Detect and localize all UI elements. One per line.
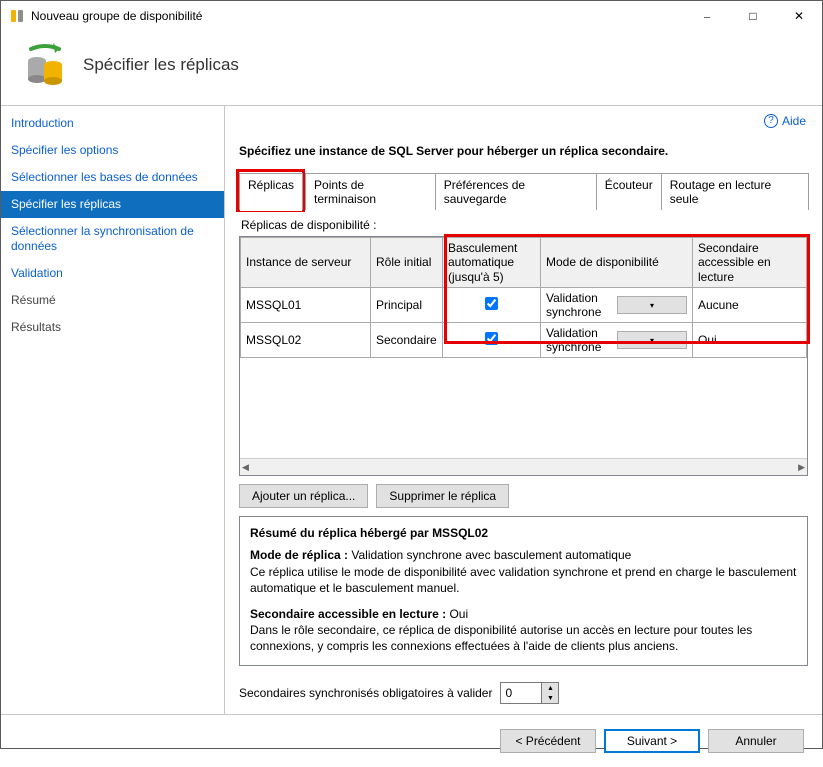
summary-readable-value: Oui <box>449 607 468 621</box>
nav-introduction[interactable]: Introduction <box>1 110 224 137</box>
tab-backup-prefs[interactable]: Préférences de sauvegarde <box>435 173 597 210</box>
next-button[interactable]: Suivant > <box>604 729 700 753</box>
app-icon <box>9 8 25 24</box>
remove-replica-button[interactable]: Supprimer le réplica <box>376 484 509 508</box>
spinner-down-icon[interactable]: ▼ <box>542 693 558 703</box>
cell-instance: MSSQL02 <box>241 323 371 358</box>
sync-required-input[interactable] <box>501 683 541 703</box>
replicas-label: Réplicas de disponibilité : <box>241 218 808 232</box>
page-title: Spécifier les réplicas <box>83 55 239 75</box>
minimize-button[interactable]: – <box>684 1 730 31</box>
cell-role: Principal <box>371 288 443 323</box>
col-failover[interactable]: Basculement automatique (jusqu'à 5) <box>443 238 541 288</box>
maximize-button[interactable]: □ <box>730 1 776 31</box>
cell-failover[interactable] <box>443 323 541 358</box>
nav-specify-replicas[interactable]: Spécifier les réplicas <box>1 191 224 218</box>
wizard-nav: Introduction Spécifier les options Sélec… <box>1 106 225 714</box>
replica-summary: Résumé du réplica hébergé par MSSQL02 Mo… <box>239 516 808 666</box>
summary-mode-desc: Ce réplica utilise le mode de disponibil… <box>250 564 797 596</box>
help-link[interactable]: ? Aide <box>764 114 806 128</box>
close-button[interactable]: ✕ <box>776 1 822 31</box>
nav-specify-options[interactable]: Spécifier les options <box>1 137 224 164</box>
nav-select-sync[interactable]: Sélectionner la synchronisation de donné… <box>1 218 224 260</box>
window-title: Nouveau groupe de disponibilité <box>31 9 684 23</box>
cell-mode[interactable]: Validation synchrone▾ <box>541 288 693 323</box>
titlebar: Nouveau groupe de disponibilité – □ ✕ <box>1 1 822 31</box>
col-instance[interactable]: Instance de serveur <box>241 238 371 288</box>
failover-checkbox[interactable] <box>485 297 498 310</box>
chevron-down-icon[interactable]: ▾ <box>617 296 687 314</box>
tab-listener[interactable]: Écouteur <box>596 173 662 210</box>
cell-readable[interactable]: Aucune <box>693 288 807 323</box>
col-readable[interactable]: Secondaire accessible en lecture <box>693 238 807 288</box>
cell-failover[interactable] <box>443 288 541 323</box>
help-icon: ? <box>764 114 778 128</box>
table-row[interactable]: MSSQL02 Secondaire Validation synchrone▾… <box>241 323 807 358</box>
sync-required-label: Secondaires synchronisés obligatoires à … <box>239 686 492 700</box>
database-icon <box>21 41 69 89</box>
nav-select-databases[interactable]: Sélectionner les bases de données <box>1 164 224 191</box>
replicas-grid: Instance de serveur Rôle initial Bascule… <box>239 236 808 476</box>
add-replica-button[interactable]: Ajouter un réplica... <box>239 484 368 508</box>
wizard-header: Spécifier les réplicas <box>1 31 822 105</box>
wizard-footer: < Précédent Suivant > Annuler <box>1 714 822 767</box>
spinner-up-icon[interactable]: ▲ <box>542 683 558 693</box>
nav-results: Résultats <box>1 314 224 341</box>
cell-instance: MSSQL01 <box>241 288 371 323</box>
back-button[interactable]: < Précédent <box>500 729 596 753</box>
cancel-button[interactable]: Annuler <box>708 729 804 753</box>
tab-endpoints[interactable]: Points de terminaison <box>305 173 436 210</box>
tabstrip: Réplicas Points de terminaison Préférenc… <box>239 172 808 210</box>
col-role[interactable]: Rôle initial <box>371 238 443 288</box>
cell-readable[interactable]: Oui <box>693 323 807 358</box>
chevron-down-icon[interactable]: ▾ <box>617 331 687 349</box>
summary-mode-label: Mode de réplica : <box>250 548 348 562</box>
instruction-text: Spécifiez une instance de SQL Server pou… <box>239 144 808 158</box>
table-row[interactable]: MSSQL01 Principal Validation synchrone▾ … <box>241 288 807 323</box>
tab-readonly-routing[interactable]: Routage en lecture seule <box>661 173 809 210</box>
failover-checkbox[interactable] <box>485 332 498 345</box>
horizontal-scrollbar[interactable]: ◀▶ <box>240 458 807 475</box>
sync-required-spinner[interactable]: ▲ ▼ <box>500 682 559 704</box>
summary-readable-label: Secondaire accessible en lecture : <box>250 607 446 621</box>
summary-mode-value: Validation synchrone avec basculement au… <box>351 548 631 562</box>
summary-readable-desc: Dans le rôle secondaire, ce réplica de d… <box>250 622 797 654</box>
summary-title: Résumé du réplica hébergé par MSSQL02 <box>250 525 797 541</box>
nav-summary: Résumé <box>1 287 224 314</box>
cell-role: Secondaire <box>371 323 443 358</box>
tab-replicas[interactable]: Réplicas <box>239 173 303 210</box>
nav-validation[interactable]: Validation <box>1 260 224 287</box>
cell-mode[interactable]: Validation synchrone▾ <box>541 323 693 358</box>
col-mode[interactable]: Mode de disponibilité <box>541 238 693 288</box>
